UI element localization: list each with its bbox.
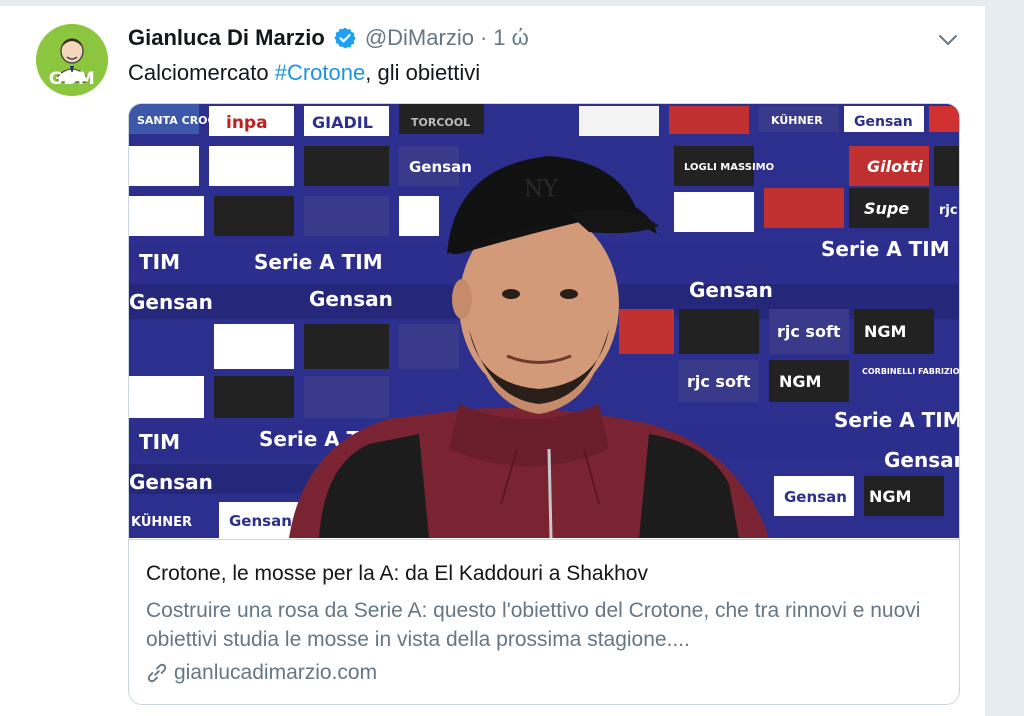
link-icon [147,663,167,683]
cap-logo: NY [524,177,558,202]
sponsor-kuhner-bottom: KÜHNER [131,514,192,530]
tweet-header: Gianluca Di Marzio @DiMarzio · 1 ώ [128,24,529,52]
sponsor-serie-a-right: Serie A TIM [821,237,950,261]
sponsor-logli: LOGLI MASSIMO [684,162,774,173]
sponsor-gensan-band-3: Gensan [129,470,213,494]
sponsor-ngm-2: NGM [779,372,821,391]
sponsor-serie-a-right-2: Serie A TIM [834,408,959,432]
sponsor-gensan-band-right: Gensan [689,278,773,302]
timeline-divider [0,0,985,6]
tweet[interactable]: GDM Gianluca Di Marzio @DiMarzio · 1 ώ C… [0,0,986,716]
tweet-text: Calciomercato #Crotone, gli obiettivi [128,60,480,86]
sponsor-ngm: NGM [864,322,906,341]
sponsor-gensan-top: Gensan [854,114,913,130]
hashtag-link[interactable]: #Crotone [275,60,366,85]
sponsor-gilotti: Gilotti [867,157,923,176]
sponsor-rjc: rjc [939,203,958,218]
sponsor-gensan-left: Gensan [409,158,472,176]
sponsor-supe: Supe [864,199,909,218]
press-conference-photo: SANTA CROCE inpa GIADIL TORCOOL Gensan K… [129,104,959,538]
sponsor-gensan-bottom: Gensan [229,512,292,530]
sponsor-serie-a-left: Serie A TIM [254,250,383,274]
tweet-text-after: , gli obiettivi [365,60,481,85]
sponsor-giadil: GIADIL [312,113,373,132]
link-card[interactable]: SANTA CROCE inpa GIADIL TORCOOL Gensan K… [128,103,960,705]
card-description: Costruire una rosa da Serie A: questo l'… [146,599,921,651]
sponsor-santa-croce: SANTA CROCE [137,114,223,127]
sponsor-ngm-3: NGM [869,487,911,506]
sponsor-torcool: TORCOOL [411,116,470,129]
sponsor-inpa: inpa [226,113,268,133]
card-title[interactable]: Crotone, le mosse per la A: da El Kaddou… [146,562,648,586]
card-image[interactable]: SANTA CROCE inpa GIADIL TORCOOL Gensan K… [129,104,959,538]
separator: · [479,25,488,50]
tweet-timestamp[interactable]: 1 ώ [493,25,529,51]
sponsor-kuhner-top: KÜHNER [771,113,823,127]
sponsor-gensan-band-4: Gensan [884,448,959,472]
avatar-initials: GDM [48,69,96,89]
author-handle[interactable]: @DiMarzio [365,25,474,51]
sponsor-gensan-band-2: Gensan [309,287,393,311]
avatar[interactable]: GDM [36,24,108,96]
tweet-text-before: Calciomercato [128,60,275,85]
card-body[interactable]: Crotone, le mosse per la A: da El Kaddou… [129,539,959,704]
card-domain[interactable]: gianlucadimarzio.com [146,661,377,685]
sponsor-rjc-soft: rjc soft [777,322,841,341]
sponsor-corbinelli: CORBINELLI FABRIZIO [862,367,959,376]
sponsor-gensan-bottom-right: Gensan [784,488,847,506]
verified-badge-icon [334,27,356,49]
chevron-down-icon[interactable] [936,28,960,52]
sponsor-tim-left: TIM [139,250,180,274]
sponsor-rjc-soft-2: rjc soft [687,372,751,391]
sponsor-gensan-band: Gensan [129,290,213,314]
card-domain-text[interactable]: gianlucadimarzio.com [174,661,377,685]
author-name[interactable]: Gianluca Di Marzio [128,25,325,51]
sponsor-tim-left-2: TIM [139,430,180,454]
